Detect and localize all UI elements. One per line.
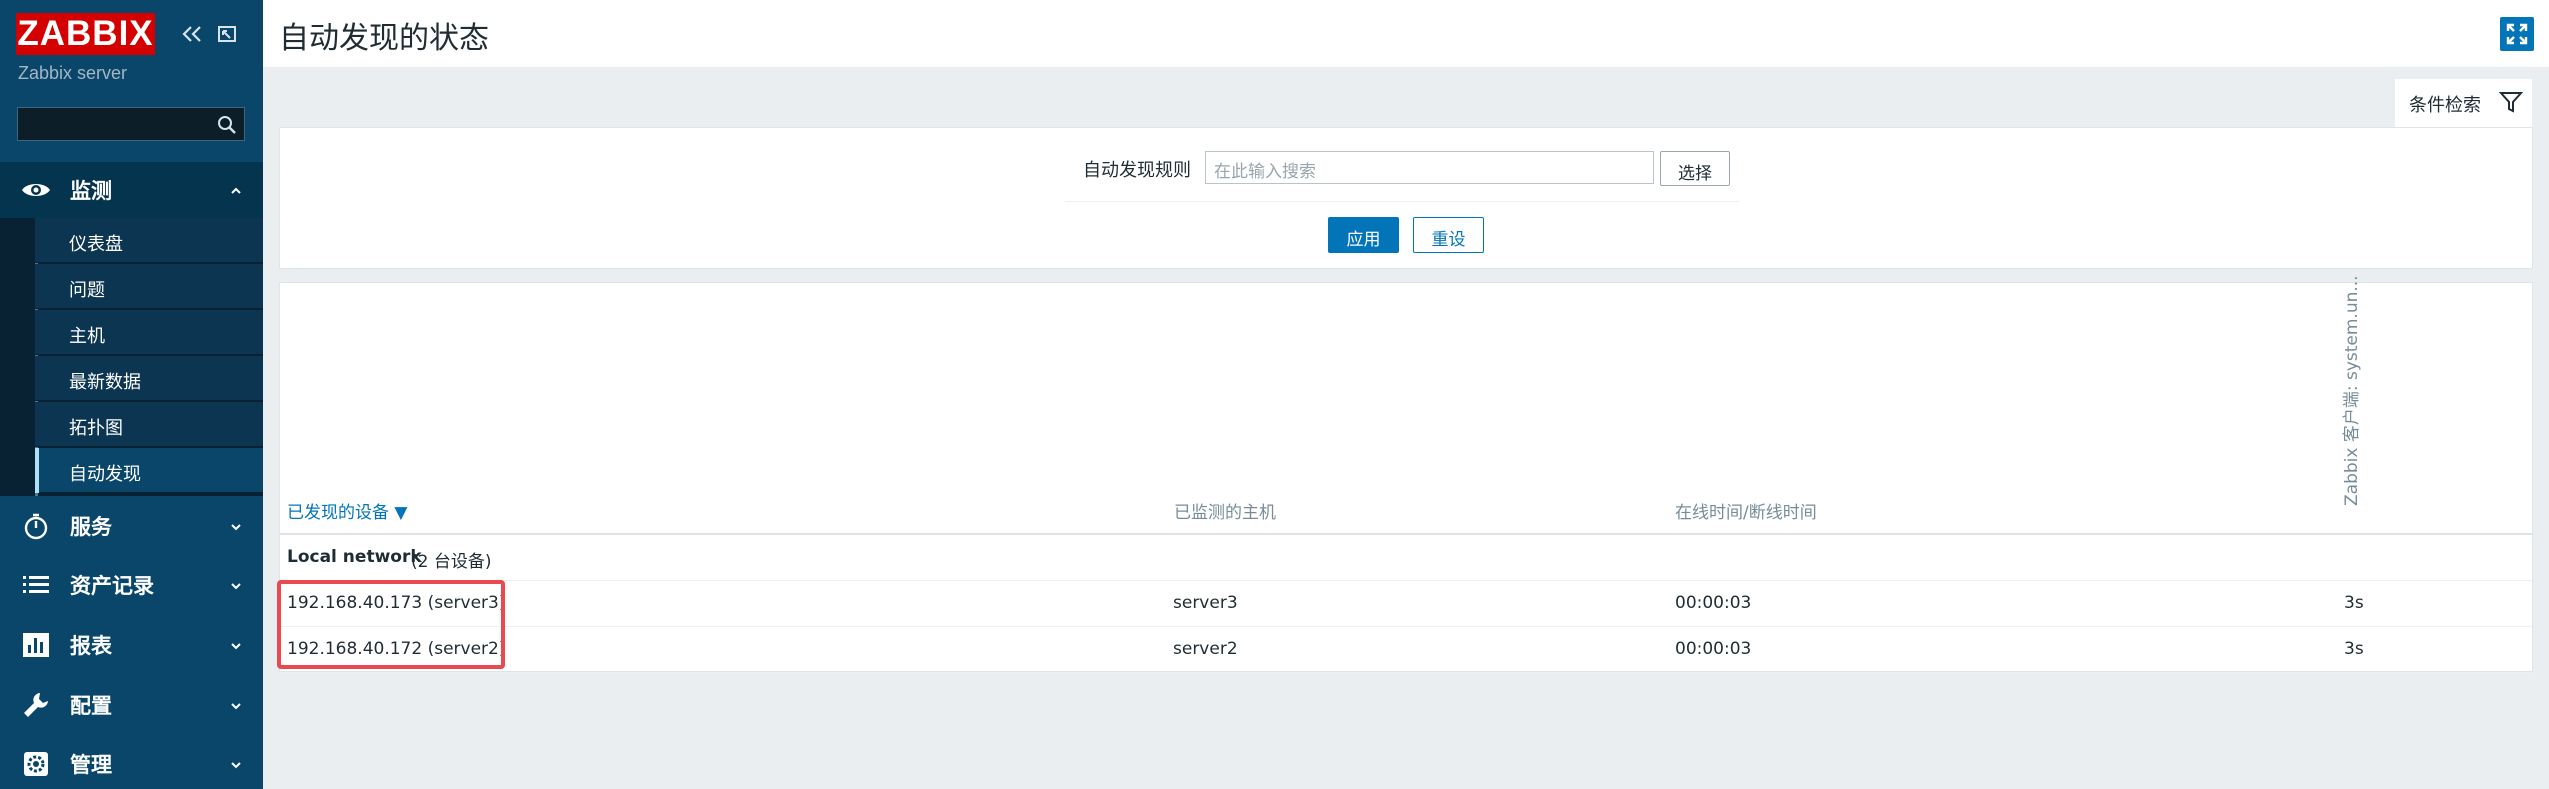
chevron-down-icon: [229, 638, 243, 652]
server-name: Zabbix server: [18, 63, 128, 83]
discovery-rule-label: 自动发现规则: [1083, 160, 1191, 181]
group-device-count: (2 台设备): [411, 552, 492, 572]
menu-label: 报表: [70, 634, 112, 658]
menu-label: 管理: [70, 753, 112, 777]
chevron-up-icon: [229, 183, 243, 197]
filter-tab-label: 条件检索: [2409, 95, 2481, 116]
host-cell: server2: [1173, 639, 1238, 659]
menu-inventory[interactable]: 资产记录: [0, 555, 263, 615]
device-cell: 192.168.40.172 (server2): [287, 639, 506, 659]
uptime-cell: 00:00:03: [1675, 639, 1752, 659]
reset-button[interactable]: 重设: [1413, 217, 1484, 253]
submenu-label: 仪表盘: [69, 234, 123, 255]
submenu-item-hosts[interactable]: 主机: [35, 310, 263, 355]
group-name: Local network: [287, 547, 422, 567]
apply-button[interactable]: 应用: [1328, 217, 1399, 253]
discovery-rule-placeholder: 在此输入搜索: [1214, 162, 1316, 182]
submenu-item-latest-data[interactable]: 最新数据: [35, 356, 263, 401]
sidebar-search-input[interactable]: [17, 107, 245, 141]
column-header-uptime: 在线时间/断线时间: [1675, 503, 1817, 523]
menu-configuration[interactable]: 配置: [0, 675, 263, 735]
menu-label: 配置: [70, 694, 112, 718]
page-title: 自动发现的状态: [279, 21, 489, 56]
menu-monitoring[interactable]: 监测: [0, 162, 263, 218]
select-button-label: 选择: [1678, 164, 1712, 184]
search-icon[interactable]: [216, 114, 238, 136]
column-header-check: Zabbix 客户端: system.un...: [2342, 275, 2362, 506]
menu-label: 服务: [70, 515, 112, 539]
chevron-down-icon: [229, 757, 243, 771]
menu-label: 监测: [70, 179, 112, 203]
reset-button-label: 重设: [1431, 230, 1466, 250]
stopwatch-icon: [20, 510, 52, 542]
menu-reports[interactable]: 报表: [0, 615, 263, 675]
fullscreen-button[interactable]: [2500, 17, 2534, 51]
filter-panel: 自动发现规则 在此输入搜索 选择 应用 重设: [279, 127, 2533, 269]
menu-services[interactable]: 服务: [0, 496, 263, 556]
wrench-icon: [20, 689, 52, 721]
menu-label: 资产记录: [70, 574, 154, 598]
table-row: 192.168.40.172 (server2) server2 00:00:0…: [280, 627, 2532, 673]
active-indicator: [35, 448, 39, 493]
table-row: 192.168.40.173 (server3) server3 00:00:0…: [280, 581, 2532, 627]
discovery-table: 已发现的设备 ▼ 已监测的主机 在线时间/断线时间 Zabbix 客户端: sy…: [277, 275, 2533, 673]
device-cell: 192.168.40.173 (server3): [287, 593, 506, 613]
check-cell: 3s: [2344, 639, 2364, 659]
filter-tab[interactable]: 条件检索: [2395, 79, 2532, 127]
list-icon: [20, 569, 52, 601]
submenu-item-discovery[interactable]: 自动发现: [35, 448, 263, 493]
chevron-down-icon: [229, 578, 243, 592]
uptime-cell: 00:00:03: [1675, 593, 1752, 613]
submenu-item-dashboard[interactable]: 仪表盘: [35, 218, 263, 263]
sidebar: ZABBIX Zabbix server 监测 仪表盘 问题 主机 最新数据 拓…: [0, 0, 263, 789]
apply-button-label: 应用: [1346, 230, 1381, 250]
submenu-label: 最新数据: [69, 372, 141, 393]
check-cell: 3s: [2344, 593, 2364, 613]
column-header-host: 已监测的主机: [1174, 503, 1276, 523]
monitoring-submenu: 仪表盘 问题 主机 最新数据 拓扑图 自动发现: [0, 218, 263, 496]
chevron-down-icon: [229, 519, 243, 533]
chevron-down-icon: [229, 698, 243, 712]
submenu-item-problems[interactable]: 问题: [35, 264, 263, 309]
filter-icon: [2498, 89, 2524, 115]
page-header: 自动发现的状态: [263, 0, 2549, 67]
submenu-label: 自动发现: [69, 464, 141, 485]
expand-icon: [2506, 23, 2528, 45]
select-button[interactable]: 选择: [1660, 151, 1730, 186]
submenu-label: 问题: [69, 280, 105, 301]
filter-divider: [1065, 201, 1740, 202]
gear-icon: [20, 748, 52, 780]
discovery-rule-input[interactable]: 在此输入搜索: [1205, 151, 1654, 184]
submenu-label: 主机: [69, 326, 105, 347]
kiosk-mode-icon[interactable]: [214, 18, 242, 50]
bar-chart-icon: [20, 629, 52, 661]
collapse-sidebar-icon[interactable]: [178, 18, 206, 50]
zabbix-logo[interactable]: ZABBIX: [16, 13, 155, 55]
menu-administration[interactable]: 管理: [0, 734, 263, 789]
eye-icon: [20, 174, 52, 206]
submenu-label: 拓扑图: [69, 418, 123, 439]
submenu-item-maps[interactable]: 拓扑图: [35, 402, 263, 447]
column-header-device[interactable]: 已发现的设备 ▼: [287, 498, 407, 523]
host-cell: server3: [1173, 593, 1238, 613]
group-row: Local network (2 台设备): [280, 535, 2532, 581]
